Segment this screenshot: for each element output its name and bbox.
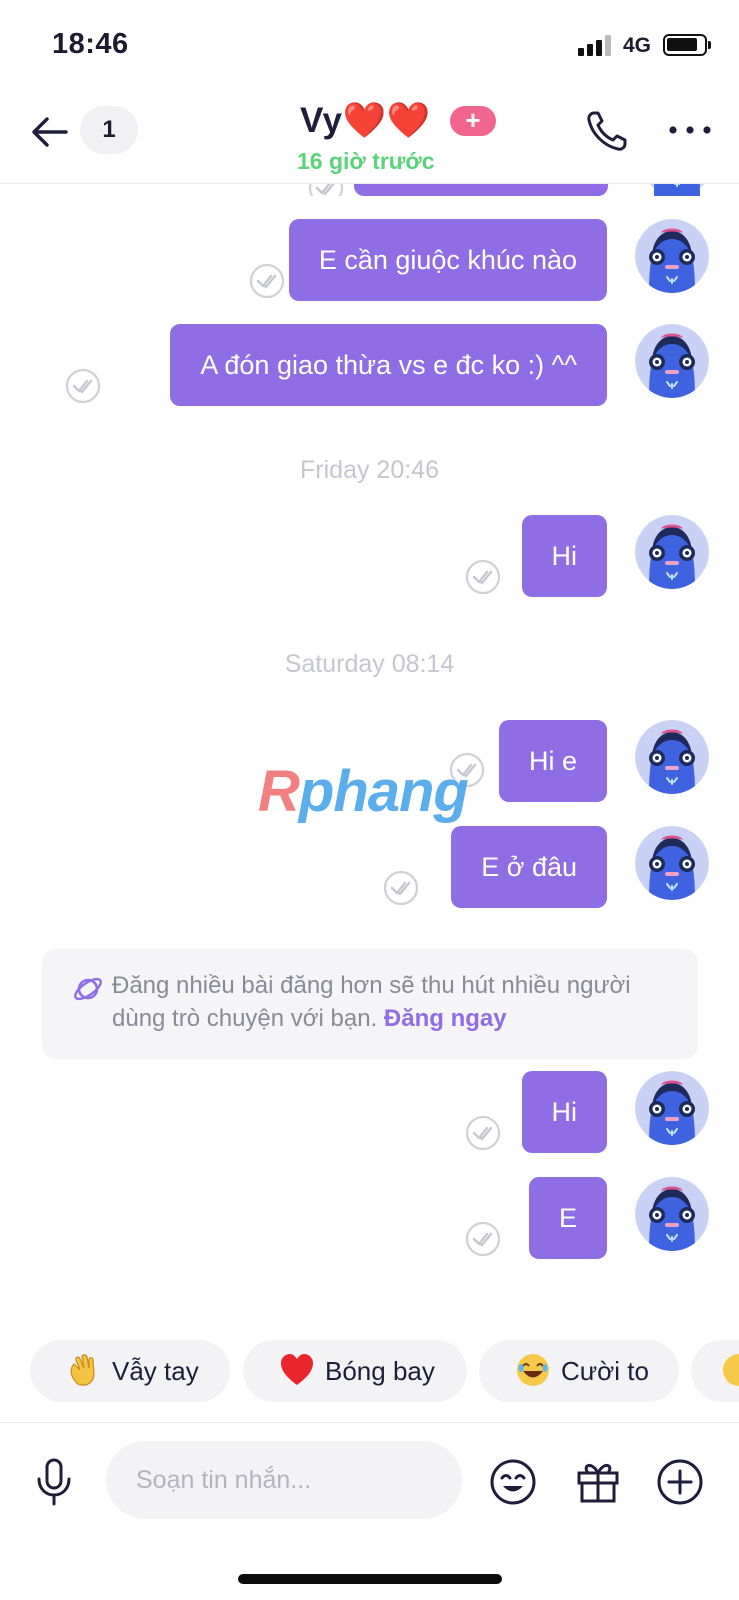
status-time: 18:46 bbox=[52, 28, 129, 60]
message-bubble[interactable]: Hi bbox=[521, 515, 607, 597]
post-now-link[interactable]: Đăng ngay bbox=[384, 1005, 507, 1032]
avatar[interactable] bbox=[635, 826, 709, 900]
chat-header: 1 Vy❤️❤️ + 16 giờ trước bbox=[0, 92, 739, 184]
quick-reply-bar[interactable]: Vẫy tay Bóng bay Cười to bbox=[0, 1340, 739, 1406]
home-indicator bbox=[238, 1574, 502, 1584]
avatar[interactable] bbox=[635, 1071, 709, 1145]
contact-name[interactable]: Vy❤️❤️ bbox=[300, 100, 431, 141]
message-bubble[interactable]: E cần giuộc khúc nào bbox=[288, 219, 607, 301]
message-list[interactable]: E cần giuộc khúc nào A đón giao thừa vs … bbox=[0, 184, 739, 1310]
message-bubble-partial[interactable] bbox=[354, 184, 608, 196]
message-row: E ở đâu bbox=[383, 826, 709, 908]
heart-icon bbox=[281, 1354, 313, 1386]
read-check-icon bbox=[249, 263, 285, 299]
plus-badge[interactable]: + bbox=[450, 106, 496, 136]
read-check-icon bbox=[465, 559, 501, 595]
message-row: E cần giuộc khúc nào bbox=[249, 219, 709, 301]
planet-icon bbox=[74, 977, 102, 1001]
message-row: Hi bbox=[465, 515, 709, 597]
date-separator: Saturday 08:14 bbox=[284, 650, 455, 678]
posting-tip-card: Đăng nhiều bài đăng hơn sẽ thu hút nhiều… bbox=[42, 949, 698, 1059]
emoji-smile-icon bbox=[490, 1459, 536, 1505]
message-bubble[interactable]: Hi e bbox=[498, 720, 607, 802]
read-check-icon bbox=[465, 1221, 501, 1257]
quick-reply-more[interactable] bbox=[691, 1340, 739, 1402]
voice-message-button[interactable] bbox=[32, 1457, 76, 1507]
message-bubble[interactable]: A đón giao thừa vs e đc ko :) ^^ bbox=[170, 324, 607, 406]
quick-reply-wave[interactable]: Vẫy tay bbox=[30, 1340, 230, 1402]
arrow-left-icon bbox=[32, 117, 68, 147]
read-check-icon bbox=[383, 870, 419, 906]
read-check-icon bbox=[65, 368, 101, 404]
tip-text: Đăng nhiều bài đăng hơn sẽ thu hút nhiều… bbox=[112, 972, 631, 1032]
plus-circle-icon bbox=[657, 1459, 703, 1505]
message-row: A đón giao thừa vs e đc ko :) ^^ bbox=[65, 324, 709, 406]
message-row: Hi e bbox=[449, 720, 709, 802]
watermark-logo: Rphang bbox=[258, 759, 469, 824]
sticker-button[interactable] bbox=[488, 1457, 538, 1507]
signal-icon bbox=[578, 34, 614, 56]
more-horizontal-icon bbox=[669, 126, 711, 134]
call-button[interactable] bbox=[584, 108, 630, 154]
gift-icon bbox=[577, 1464, 619, 1503]
gift-button[interactable] bbox=[574, 1457, 622, 1505]
read-check-icon bbox=[308, 184, 344, 196]
add-attachment-button[interactable] bbox=[655, 1457, 705, 1507]
battery-icon bbox=[663, 34, 711, 56]
message-bubble[interactable]: Hi bbox=[521, 1071, 607, 1153]
more-options-button[interactable] bbox=[665, 110, 715, 150]
message-row: Hi bbox=[465, 1071, 709, 1153]
message-bubble[interactable]: E bbox=[528, 1177, 607, 1259]
avatar[interactable] bbox=[635, 515, 709, 589]
avatar[interactable] bbox=[635, 219, 709, 293]
date-separator: Friday 20:46 bbox=[300, 456, 439, 484]
laughing-face-icon bbox=[517, 1354, 549, 1387]
waving-hand-icon bbox=[70, 1354, 95, 1386]
avatar[interactable] bbox=[635, 324, 709, 398]
network-type: 4G bbox=[623, 34, 652, 57]
quick-reply-laugh[interactable]: Cười to bbox=[479, 1340, 679, 1402]
message-row: E bbox=[465, 1177, 709, 1259]
back-button[interactable] bbox=[28, 110, 72, 154]
microphone-icon bbox=[37, 1458, 71, 1506]
emoji-face-icon bbox=[723, 1354, 739, 1387]
unread-count-badge[interactable]: 1 bbox=[80, 106, 138, 154]
composer-bar bbox=[0, 1422, 739, 1532]
message-bubble[interactable]: E ở đâu bbox=[451, 826, 607, 908]
avatar[interactable] bbox=[635, 1177, 709, 1251]
avatar bbox=[640, 184, 714, 196]
avatar[interactable] bbox=[635, 720, 709, 794]
read-check-icon bbox=[465, 1115, 501, 1151]
phone-icon bbox=[587, 111, 627, 151]
quick-reply-balloon[interactable]: Bóng bay bbox=[243, 1340, 467, 1402]
status-bar: 18:46 4G bbox=[0, 0, 739, 92]
message-input[interactable] bbox=[106, 1441, 462, 1519]
last-seen-status: 16 giờ trước bbox=[297, 148, 435, 174]
